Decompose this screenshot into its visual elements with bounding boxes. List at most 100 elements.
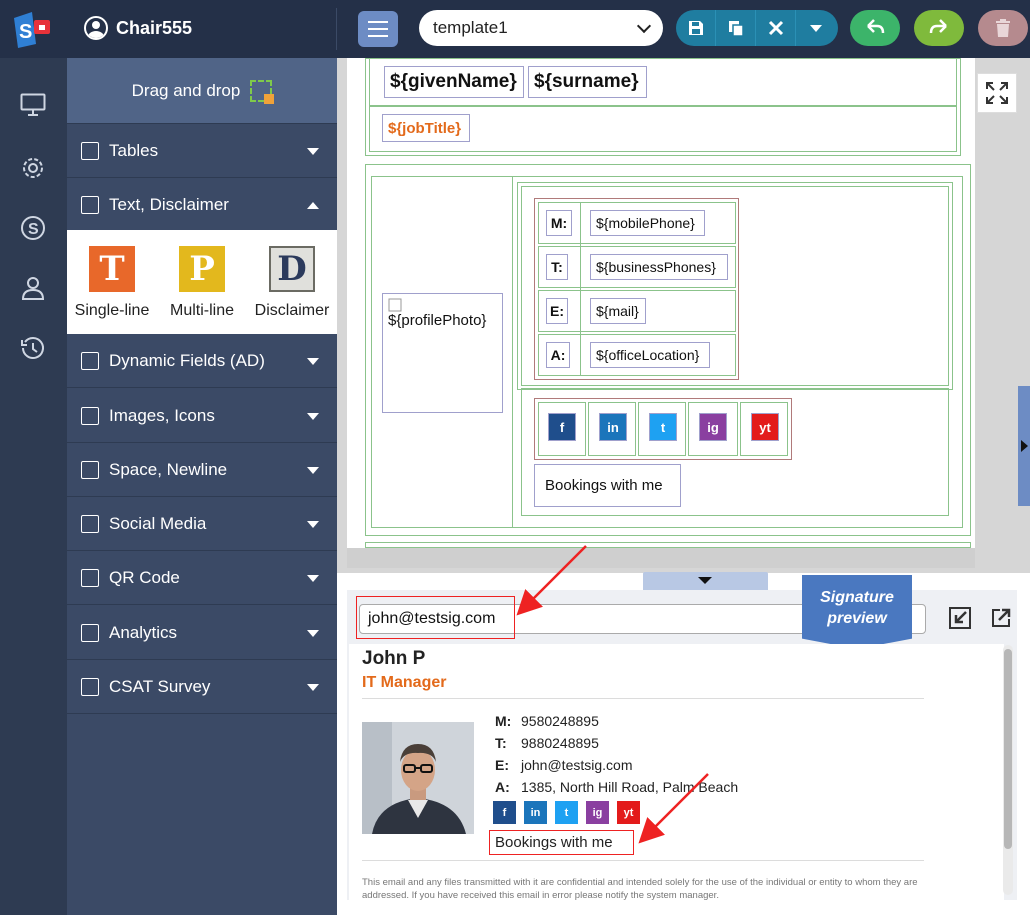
job-title-field[interactable]: ${jobTitle}: [382, 114, 470, 142]
collapse-preview-button[interactable]: [946, 604, 974, 632]
address-key: A:: [546, 342, 570, 368]
single-line-item[interactable]: T Single-line: [70, 246, 154, 334]
user-icon[interactable]: [18, 273, 48, 303]
open-external-button[interactable]: [987, 604, 1015, 632]
disclaimer-item[interactable]: D Disclaimer: [250, 246, 334, 334]
chevron-down-icon: [307, 630, 319, 637]
svg-text:S: S: [28, 221, 39, 238]
section-qr-code[interactable]: QR Code: [67, 551, 337, 605]
svg-text:S: S: [19, 21, 32, 43]
item-label: Disclaimer: [254, 302, 330, 319]
more-actions-button[interactable]: [796, 10, 836, 46]
fullscreen-icon: [986, 82, 1008, 104]
facebook-icon[interactable]: f: [493, 801, 516, 824]
history-icon[interactable]: [18, 333, 48, 363]
contact-value: 9580248895: [521, 713, 599, 729]
delete-button[interactable]: [978, 10, 1028, 46]
preview-contact-row: A: 1385, North Hill Road, Palm Beach: [495, 779, 738, 795]
arrow-down-left-icon: [949, 607, 971, 629]
contact-key: T:: [495, 735, 507, 751]
profile-photo-field[interactable]: ${profilePhoto}: [382, 293, 503, 413]
business-phone-field[interactable]: ${businessPhones}: [590, 254, 728, 280]
drag-drop-icon: [250, 79, 275, 104]
contact-value[interactable]: john@testsig.com: [521, 757, 632, 773]
close-icon: [768, 20, 783, 36]
section-label: Images, Icons: [109, 405, 215, 425]
item-label: Single-line: [74, 302, 150, 319]
copy-button[interactable]: [716, 10, 756, 46]
section-csat-survey[interactable]: CSAT Survey: [67, 660, 337, 714]
section-space-newline[interactable]: Space, Newline: [67, 443, 337, 497]
section-social-media[interactable]: Social Media: [67, 497, 337, 551]
chevron-down-icon: [307, 521, 319, 528]
bookings-field[interactable]: Bookings with me: [534, 464, 681, 507]
contact-key: A:: [495, 779, 510, 795]
linkedin-icon[interactable]: in: [524, 801, 547, 824]
surname-field[interactable]: ${surname}: [528, 66, 647, 98]
app-logo-icon[interactable]: S: [10, 10, 54, 48]
item-label: Multi-line: [169, 302, 234, 319]
template-select[interactable]: template1: [419, 10, 663, 46]
save-button[interactable]: [676, 10, 716, 46]
multi-line-item[interactable]: P Multi-line: [160, 246, 244, 334]
youtube-icon[interactable]: yt: [617, 801, 640, 824]
chevron-up-icon: [307, 202, 319, 209]
menu-icon: [368, 21, 388, 23]
office-location-field[interactable]: ${officeLocation}: [590, 342, 710, 368]
linkedin-icon[interactable]: in: [599, 413, 627, 441]
section-analytics[interactable]: Analytics: [67, 606, 337, 660]
twitter-icon[interactable]: t: [555, 801, 578, 824]
mobile-field[interactable]: ${mobilePhone}: [590, 210, 705, 236]
dollar-icon[interactable]: S: [18, 213, 48, 243]
section-dynamic-fields[interactable]: Dynamic Fields (AD): [67, 334, 337, 388]
disclaimer-icon: D: [269, 246, 315, 292]
close-button[interactable]: [756, 10, 796, 46]
undo-icon: [867, 19, 885, 34]
file-actions-group: [676, 10, 838, 46]
twitter-icon[interactable]: t: [649, 413, 677, 441]
fullscreen-button[interactable]: [977, 73, 1017, 113]
section-text-disclaimer[interactable]: Text, Disclaimer: [67, 178, 337, 232]
chevron-down-icon: [307, 148, 319, 155]
user-account[interactable]: Chair555: [84, 14, 192, 42]
gear-icon[interactable]: [18, 153, 48, 183]
redo-button[interactable]: [914, 10, 964, 46]
single-line-icon: T: [89, 246, 135, 292]
chevron-down-icon: [307, 467, 319, 474]
broken-image-icon: [388, 298, 402, 312]
phone-key: T:: [546, 254, 568, 280]
instagram-icon[interactable]: ig: [699, 413, 727, 441]
preview-title: IT Manager: [362, 674, 447, 691]
redo-icon: [929, 19, 947, 34]
preview-contact-row: E: john@testsig.com: [495, 757, 632, 773]
analytics-icon: [81, 623, 99, 642]
contact-value: 1385, North Hill Road, Palm Beach: [521, 779, 739, 795]
user-avatar-icon: [84, 16, 108, 40]
ribbon-line1: Signature: [820, 589, 894, 606]
collapse-preview-handle[interactable]: [643, 572, 768, 590]
section-tables[interactable]: Tables: [67, 124, 337, 178]
mail-field[interactable]: ${mail}: [590, 298, 646, 324]
user-name: Chair555: [116, 17, 193, 38]
chevron-down-icon: [307, 358, 319, 365]
facebook-icon[interactable]: f: [548, 413, 576, 441]
horizontal-scrollbar[interactable]: [347, 548, 975, 568]
section-images-icons[interactable]: Images, Icons: [67, 389, 337, 443]
expand-panel-handle[interactable]: [1018, 386, 1030, 506]
drag-drop-header: Drag and drop: [67, 58, 337, 124]
contact-key: E:: [495, 757, 509, 773]
section-label: Tables: [109, 140, 159, 160]
section-label: Text, Disclaimer: [109, 194, 229, 214]
menu-button[interactable]: [358, 11, 398, 47]
undo-button[interactable]: [850, 10, 900, 46]
section-label: CSAT Survey: [109, 676, 211, 696]
monitor-icon[interactable]: [18, 90, 48, 120]
template-canvas[interactable]: ${givenName} ${surname} ${jobTitle} ${pr…: [347, 58, 975, 548]
preview-scrollbar[interactable]: [1003, 645, 1013, 895]
preview-bookings-link[interactable]: Bookings with me: [489, 830, 634, 855]
given-name-field[interactable]: ${givenName}: [384, 66, 524, 98]
youtube-icon[interactable]: yt: [751, 413, 779, 441]
instagram-icon[interactable]: ig: [586, 801, 609, 824]
code-icon: [81, 351, 99, 370]
email-key: E:: [546, 298, 568, 324]
